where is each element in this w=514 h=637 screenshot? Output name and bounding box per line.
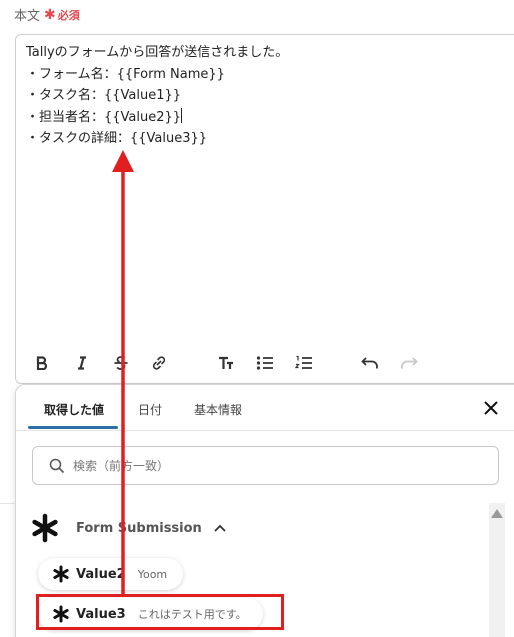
editor-line: ・タスクの詳細：{{Value3}} xyxy=(26,131,208,146)
editor-line: ・フォーム名：{{Form Name}} xyxy=(26,66,225,82)
body-text-editor[interactable]: Tallyのフォームから回答が送信されました。 ・フォーム名：{{Form Na… xyxy=(15,34,514,384)
italic-icon[interactable] xyxy=(69,350,95,376)
field-label: 本文 ✱ 必須 xyxy=(14,5,80,25)
asterisk-icon xyxy=(53,565,69,583)
annotation-highlight-box xyxy=(36,594,284,630)
bold-icon[interactable] xyxy=(29,350,55,376)
field-label-text: 本文 xyxy=(14,9,41,24)
variable-sample-value: Yoom xyxy=(137,567,168,581)
close-icon[interactable] xyxy=(482,399,500,417)
text-caret xyxy=(181,107,183,123)
variable-chip-value2[interactable]: Value2 Yoom xyxy=(38,558,184,590)
tab-acquired-values[interactable]: 取得した値 xyxy=(44,401,104,418)
asterisk-icon xyxy=(32,513,58,543)
scroll-up-arrow-icon[interactable] xyxy=(491,509,503,518)
redo-icon[interactable] xyxy=(396,350,422,376)
required-asterisk-icon: ✱ xyxy=(44,6,56,23)
search-placeholder: 検索（前方一致） xyxy=(73,459,170,473)
tab-date[interactable]: 日付 xyxy=(138,401,162,418)
editor-line: ・タスク名：{{Value1}} xyxy=(26,88,182,103)
scrollbar[interactable] xyxy=(489,503,505,637)
text-format-icon[interactable] xyxy=(213,350,239,376)
active-tab-indicator xyxy=(28,426,118,429)
search-icon xyxy=(49,458,65,473)
group-label: Form Submission xyxy=(76,520,202,536)
tab-basic-info[interactable]: 基本情報 xyxy=(194,401,242,418)
editor-content[interactable]: Tallyのフォームから回答が送信されました。 ・フォーム名：{{Form Na… xyxy=(16,35,514,157)
editor-line-text: ・担当者名：{{Value2}} xyxy=(26,109,182,125)
group-header-form-submission[interactable]: Form Submission xyxy=(30,513,226,543)
editor-line-with-caret: ・担当者名：{{Value2}} xyxy=(26,107,514,129)
search-input[interactable]: 検索（前方一致） xyxy=(32,446,499,485)
variable-name: Value2 xyxy=(76,566,126,582)
required-badge: 必須 xyxy=(57,8,80,22)
editor-line: Tallyのフォームから回答が送信されました。 xyxy=(26,45,289,60)
link-icon[interactable] xyxy=(146,350,172,376)
picker-tabs: 取得した値 日付 基本情報 xyxy=(16,385,514,431)
bullet-list-icon[interactable] xyxy=(252,350,278,376)
strikethrough-icon[interactable] xyxy=(108,350,134,376)
background-divider xyxy=(0,503,15,504)
undo-icon[interactable] xyxy=(357,350,383,376)
numbered-list-icon[interactable] xyxy=(291,350,317,376)
chevron-up-icon xyxy=(214,524,226,532)
